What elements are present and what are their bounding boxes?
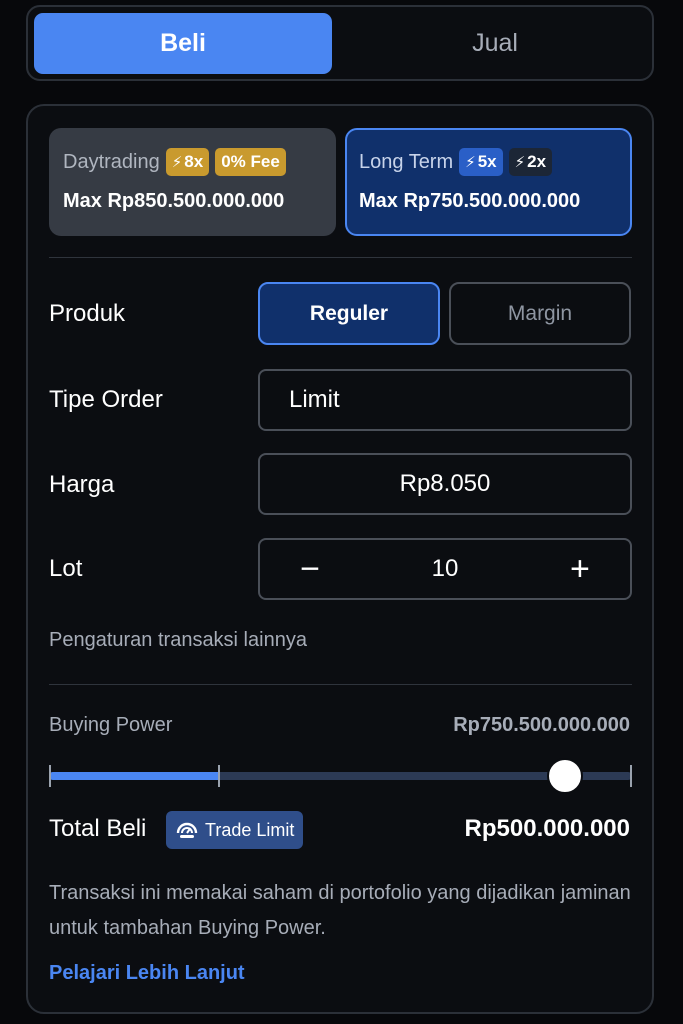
lightning-icon: ⚡: [465, 154, 476, 171]
divider: [49, 257, 632, 258]
longterm-second-badge: ⚡ 2x: [508, 148, 553, 176]
tab-buy[interactable]: Beli: [34, 13, 332, 74]
daytrading-card-header: Daytrading ⚡ 8x 0% Fee: [63, 148, 322, 176]
lot-label: Lot: [49, 555, 83, 582]
lot-value[interactable]: 10: [432, 555, 459, 583]
order-panel: Daytrading ⚡ 8x 0% Fee Max Rp850.500.000…: [26, 104, 654, 1014]
buying-power-slider[interactable]: [49, 758, 632, 794]
order-type-value: Limit: [289, 386, 340, 413]
buying-power-label: Buying Power: [49, 714, 173, 736]
trade-limit-text: Trade Limit: [205, 819, 295, 840]
longterm-max: Max Rp750.500.000.000: [359, 190, 581, 212]
daytrading-fee-badge: 0% Fee: [215, 148, 286, 176]
daytrading-leverage-badge: ⚡ 8x: [165, 148, 210, 176]
longterm-title: Long Term: [359, 150, 454, 173]
learn-more-link[interactable]: Pelajari Lebih Lanjut: [49, 962, 245, 985]
product-label: Produk: [49, 300, 126, 327]
trade-limit-badge[interactable]: Trade Limit: [166, 811, 304, 849]
longterm-card-header: Long Term ⚡ 5x ⚡ 2x: [359, 148, 618, 176]
product-reguler-button[interactable]: Reguler: [258, 282, 440, 345]
daytrading-card[interactable]: Daytrading ⚡ 8x 0% Fee Max Rp850.500.000…: [49, 128, 336, 236]
order-type-select[interactable]: Limit: [258, 369, 632, 431]
price-value: Rp8.050: [399, 470, 491, 497]
price-input[interactable]: Rp8.050: [258, 453, 632, 515]
slider-thumb[interactable]: [547, 758, 583, 794]
slider-tick-end: [630, 765, 632, 787]
slider-tick-mid: [218, 765, 220, 787]
minus-icon[interactable]: −: [296, 552, 324, 586]
plus-icon[interactable]: +: [566, 552, 594, 586]
longterm-leverage-badge: ⚡ 5x: [459, 148, 503, 176]
lot-stepper: − 10 +: [258, 538, 632, 600]
lightning-icon: ⚡: [171, 154, 183, 171]
divider: [49, 684, 632, 685]
daytrading-leverage-text: 8x: [184, 152, 204, 171]
daytrading-max: Max Rp850.500.000.000: [63, 190, 285, 212]
more-settings-link[interactable]: Pengaturan transaksi lainnya: [49, 629, 307, 652]
total-buy-value: Rp500.000.000: [464, 815, 630, 842]
slider-tick-start: [49, 765, 51, 787]
buy-sell-tabs: Beli Jual: [26, 5, 654, 81]
price-label: Harga: [49, 471, 115, 498]
info-note: Transaksi ini memakai saham di portofoli…: [49, 882, 631, 939]
total-buy-label: Total Beli: [49, 815, 147, 842]
slider-fill: [49, 772, 218, 780]
buying-power-value: Rp750.500.000.000: [453, 714, 630, 736]
tab-sell[interactable]: Jual: [346, 13, 644, 74]
product-margin-button[interactable]: Margin: [449, 282, 631, 345]
longterm-card[interactable]: Long Term ⚡ 5x ⚡ 2x Max Rp750.500.000.00…: [345, 128, 632, 236]
order-type-label: Tipe Order: [49, 386, 163, 413]
gauge-icon: [176, 822, 198, 838]
longterm-second-text: 2x: [527, 152, 547, 171]
lightning-icon: ⚡: [514, 154, 526, 171]
longterm-leverage-text: 5x: [477, 152, 497, 171]
daytrading-title: Daytrading: [63, 150, 160, 173]
